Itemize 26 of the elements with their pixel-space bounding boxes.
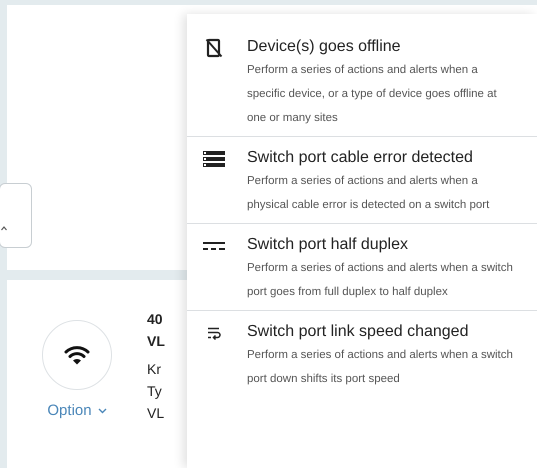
item-description: Perform a series of actions and alerts when a physical cable error is detected on a switch port bbox=[247, 174, 490, 213]
wifi-icon bbox=[64, 344, 90, 366]
menu-item[interactable]: Switch port link speed changed Perform a series of actions and alerts when a switch port down shifts its port speed bbox=[187, 310, 537, 397]
item-title: Switch port half duplex bbox=[247, 235, 409, 255]
menu-item[interactable]: Device(s) goes offline Perform a series of actions and alerts when a specific device, or a type of device goes offline at one or many sites bbox=[187, 26, 537, 136]
list-icon bbox=[203, 151, 225, 167]
info-text: VL bbox=[147, 332, 166, 351]
dashed-lines-icon bbox=[203, 242, 225, 250]
item-description: Perform a series of actions and alerts when a specific device, or a type of device goes offline at one or many sites bbox=[247, 63, 498, 126]
info-text: Ty bbox=[147, 382, 163, 401]
chevron-up-icon bbox=[1, 226, 7, 231]
info-text: Kr bbox=[147, 360, 162, 379]
collapse-button[interactable] bbox=[0, 183, 32, 248]
info-text: 40 bbox=[147, 310, 164, 329]
item-description: Perform a series of actions and alerts when a switch port down shifts its port speed bbox=[247, 348, 514, 387]
chevron-down-icon bbox=[98, 408, 107, 414]
info-text: VL bbox=[147, 404, 166, 423]
item-description: Perform a series of actions and alerts when a switch port goes from full duplex to half duplex bbox=[247, 261, 514, 300]
wrap-text-icon bbox=[207, 326, 221, 340]
menu-item[interactable]: Switch port half duplex Perform a series of actions and alerts when a switch port goes from full duplex to half duplex bbox=[187, 223, 537, 310]
item-title: Switch port link speed changed bbox=[247, 322, 470, 342]
item-title: Device(s) goes offline bbox=[247, 37, 402, 57]
item-title: Switch port cable error detected bbox=[247, 148, 474, 168]
option-dropdown[interactable]: Option bbox=[47, 400, 107, 422]
menu-item[interactable]: Switch port cable error detected Perform a series of actions and alerts when a physical cable error is detected on a switch port bbox=[187, 136, 537, 223]
phone-off-icon bbox=[205, 38, 223, 58]
